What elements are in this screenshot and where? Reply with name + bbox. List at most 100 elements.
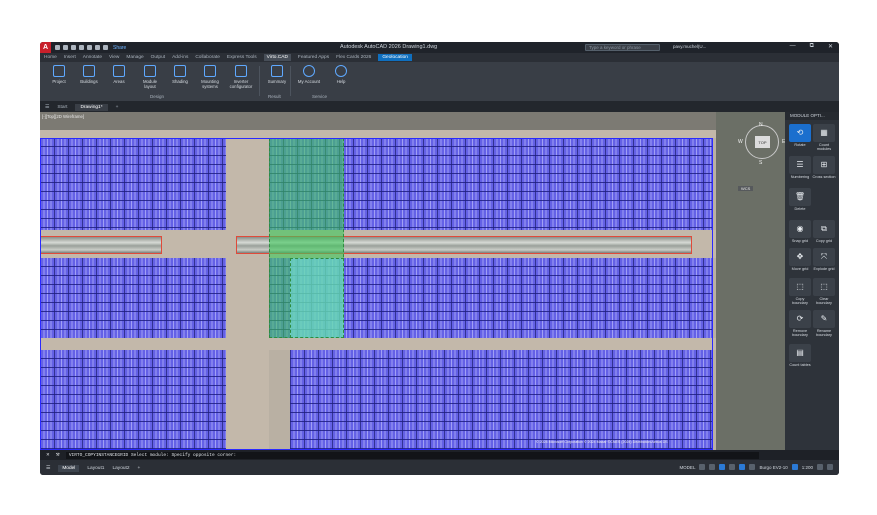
tool-count-modules[interactable]: ▦ Count modules xyxy=(812,124,836,152)
tab-drawing[interactable]: Drawing1* xyxy=(75,103,108,111)
site-boundary[interactable] xyxy=(40,138,713,450)
tab-collaborate[interactable]: Collaborate xyxy=(195,55,220,60)
ribbon-button-label: Buildings xyxy=(80,79,98,84)
drawing-viewport[interactable]: [-][Top][2D Wireframe] © 2024 Microsoft … xyxy=(40,112,785,450)
summary-button[interactable]: Summary xyxy=(264,65,290,84)
tool-copy-boundary[interactable]: ⬚ Copy boundary xyxy=(788,278,812,306)
menu-icon[interactable]: ☰ xyxy=(45,105,49,110)
tool-explode-grid[interactable]: ⤧ Explode grid xyxy=(812,248,836,271)
tab-manage[interactable]: Manage xyxy=(126,55,143,60)
share-button[interactable]: Share xyxy=(113,45,126,51)
cross-section-icon: ⊞ xyxy=(813,156,835,174)
road xyxy=(40,130,716,138)
save-icon[interactable] xyxy=(71,45,76,50)
search-input[interactable]: Type a keyword or phrase xyxy=(585,44,660,51)
tool-label: Explode grid xyxy=(813,267,835,271)
fullscreen-icon[interactable] xyxy=(827,464,833,470)
inverter-icon xyxy=(235,65,247,77)
areas-button[interactable]: Areas xyxy=(106,65,132,84)
new-tab-icon[interactable]: + xyxy=(116,105,119,110)
tab-featured-apps[interactable]: Featured Apps xyxy=(298,55,329,60)
minimize-icon[interactable]: — xyxy=(790,43,796,50)
menu-icon[interactable]: ☰ xyxy=(46,466,50,471)
open-icon[interactable] xyxy=(63,45,68,50)
tab-layout2[interactable]: Layout2 xyxy=(112,466,129,471)
tool-rotate[interactable]: ⟲ Rotate xyxy=(788,124,812,147)
tool-copy-grid[interactable]: ⧉ Copy grid xyxy=(812,220,836,243)
viewport-label[interactable]: [-][Top][2D Wireframe] xyxy=(42,114,84,119)
tool-move-grid[interactable]: ✥ Move grid xyxy=(788,248,812,271)
grid-icon[interactable] xyxy=(699,464,706,470)
tool-count-tables[interactable]: ▤ Count tables xyxy=(788,344,812,367)
project-button[interactable]: Project xyxy=(46,65,72,84)
tab-flex-cards-2026[interactable]: Flex Cards 2026 xyxy=(336,55,371,60)
save-as-icon[interactable] xyxy=(79,45,84,50)
tool-label: Count modules xyxy=(816,143,832,152)
my-account-button[interactable]: My Account xyxy=(296,65,322,84)
tool-clear-boundary[interactable]: ⬚ Clear boundary xyxy=(812,278,836,306)
status-bar: ☰ Model Layout1 Layout2 + MODEL Burgo EV… xyxy=(40,461,839,475)
viewcube-top[interactable]: TOP xyxy=(755,136,770,148)
tab-layout1[interactable]: Layout1 xyxy=(87,466,104,471)
plot-icon[interactable] xyxy=(87,45,92,50)
compass-west[interactable]: W xyxy=(738,139,743,145)
tab-virto-cad[interactable]: Virto.CAD xyxy=(263,54,291,61)
tab-insert[interactable]: Insert xyxy=(64,55,76,60)
tool-delete[interactable]: 🗑 Delete xyxy=(788,188,812,211)
tool-snap-grid[interactable]: ◉ Snap grid xyxy=(788,220,812,243)
tab-model[interactable]: Model xyxy=(58,464,80,472)
new-icon[interactable] xyxy=(55,45,60,50)
tab-express-tools[interactable]: Express Tools xyxy=(227,55,257,60)
tool-numbering[interactable]: ☰ Numbering xyxy=(788,156,812,179)
redo-icon[interactable] xyxy=(103,45,108,50)
ribbon-button-label: Areas xyxy=(113,79,125,84)
mounting-systems-button[interactable]: Mounting systems xyxy=(197,65,223,89)
panel-label-result: Result xyxy=(268,94,281,99)
inverter-configurator-button[interactable]: Inverter configurator xyxy=(228,65,254,89)
tool-cross-section[interactable]: ⊞ Cross section xyxy=(812,156,836,179)
buildings-button[interactable]: Buildings xyxy=(76,65,102,84)
tab-annotate[interactable]: Annotate xyxy=(83,55,102,60)
model-space-toggle[interactable]: MODEL xyxy=(679,465,695,470)
quick-access-toolbar xyxy=(55,45,108,50)
command-text[interactable]: VIRTO_COPYINSTANCEGRID Select module: Sp… xyxy=(65,451,759,459)
tab-view[interactable]: View xyxy=(109,55,119,60)
osnap-icon[interactable] xyxy=(739,464,746,470)
panel-title: MODULE OPTI... xyxy=(785,112,839,120)
restore-icon[interactable]: ⧉ xyxy=(810,43,814,50)
title-bar: A Share Autodesk AutoCAD 2026 Drawing1.d… xyxy=(40,42,839,53)
polar-icon[interactable] xyxy=(729,464,736,470)
autocad-logo[interactable]: A xyxy=(40,42,51,53)
tab-add-ins[interactable]: Add-ins xyxy=(172,55,188,60)
close-icon[interactable]: ✕ xyxy=(46,452,50,458)
ortho-icon[interactable] xyxy=(719,464,726,470)
add-layout-icon[interactable]: + xyxy=(138,466,141,471)
tab-home[interactable]: Home xyxy=(44,55,57,60)
module-layout-button[interactable]: Module layout xyxy=(137,65,163,89)
snap-icon[interactable] xyxy=(709,464,716,470)
shading-button[interactable]: Shading xyxy=(167,65,193,84)
tool-remove-boundary[interactable]: ⟳ Remove boundary xyxy=(788,310,812,338)
command-line[interactable]: ✕ ⚒ VIRTO_COPYINSTANCEGRID Select module… xyxy=(40,450,839,460)
move-icon: ✥ xyxy=(789,248,811,266)
undo-icon[interactable] xyxy=(95,45,100,50)
compass-south[interactable]: S xyxy=(759,160,762,166)
lineweight-icon[interactable] xyxy=(749,464,756,470)
tool-label: Move grid xyxy=(791,267,809,271)
remove-boundary-icon: ⟳ xyxy=(789,310,811,328)
viewcube[interactable]: TOP xyxy=(745,125,779,159)
wcs-menu[interactable]: WCS xyxy=(738,186,754,191)
coordinate-system[interactable]: Burgo EV2-10 xyxy=(759,465,787,470)
tab-geolocation[interactable]: Geolocation xyxy=(378,54,412,61)
tool-rename-boundary[interactable]: ✎ Rename boundary xyxy=(812,310,836,338)
gear-icon[interactable] xyxy=(817,464,823,470)
help-button[interactable]: Help xyxy=(328,65,354,84)
tab-output[interactable]: Output xyxy=(151,55,165,60)
annotation-icon[interactable] xyxy=(791,464,798,470)
user-account[interactable]: pavy.muchel(U... xyxy=(673,44,706,49)
close-icon[interactable]: ✕ xyxy=(828,43,833,50)
wrench-icon[interactable]: ⚒ xyxy=(56,452,60,458)
tab-start[interactable]: Start xyxy=(57,105,67,110)
compass-north[interactable]: N xyxy=(759,122,763,128)
scale-readout[interactable]: 1:200 xyxy=(802,465,813,470)
